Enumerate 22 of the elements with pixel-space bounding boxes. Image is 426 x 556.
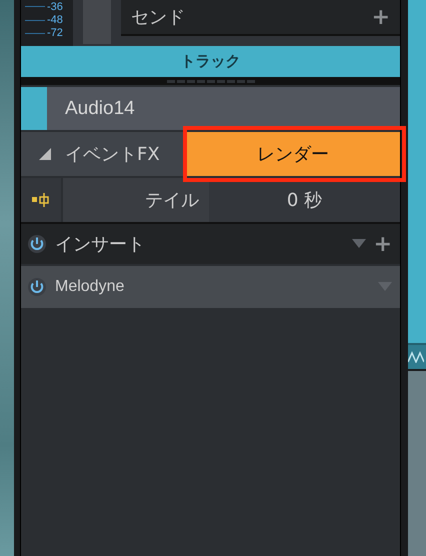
expand-triangle-icon[interactable]	[39, 148, 51, 160]
waveform-icon[interactable]	[408, 351, 424, 363]
insert-slot[interactable]: Melodyne	[21, 266, 400, 308]
tail-icon	[32, 193, 50, 207]
meter-scale-label: -36	[47, 0, 63, 13]
sends-title: センド	[131, 6, 185, 29]
event-fx-label: イベントFX	[65, 143, 160, 166]
power-icon[interactable]	[27, 234, 47, 254]
track-name: Audio14	[64, 96, 135, 120]
add-send-button[interactable]: +	[372, 4, 390, 30]
inserts-title: インサート	[55, 233, 146, 256]
meter-scale-label: -48	[47, 14, 63, 26]
dropdown-caret-icon	[352, 239, 366, 249]
tail-value-field[interactable]: 0 秒	[209, 178, 400, 222]
track-tab[interactable]: トラック	[21, 46, 400, 77]
meter-scale-label: -72	[47, 27, 63, 40]
resize-handle[interactable]	[21, 77, 400, 85]
tail-label: テイル	[63, 178, 209, 222]
plugin-name: Melodyne	[55, 278, 126, 296]
dropdown-caret-icon	[378, 282, 392, 292]
add-insert-button[interactable]: +	[374, 232, 392, 256]
render-button[interactable]: レンダー	[186, 132, 400, 176]
